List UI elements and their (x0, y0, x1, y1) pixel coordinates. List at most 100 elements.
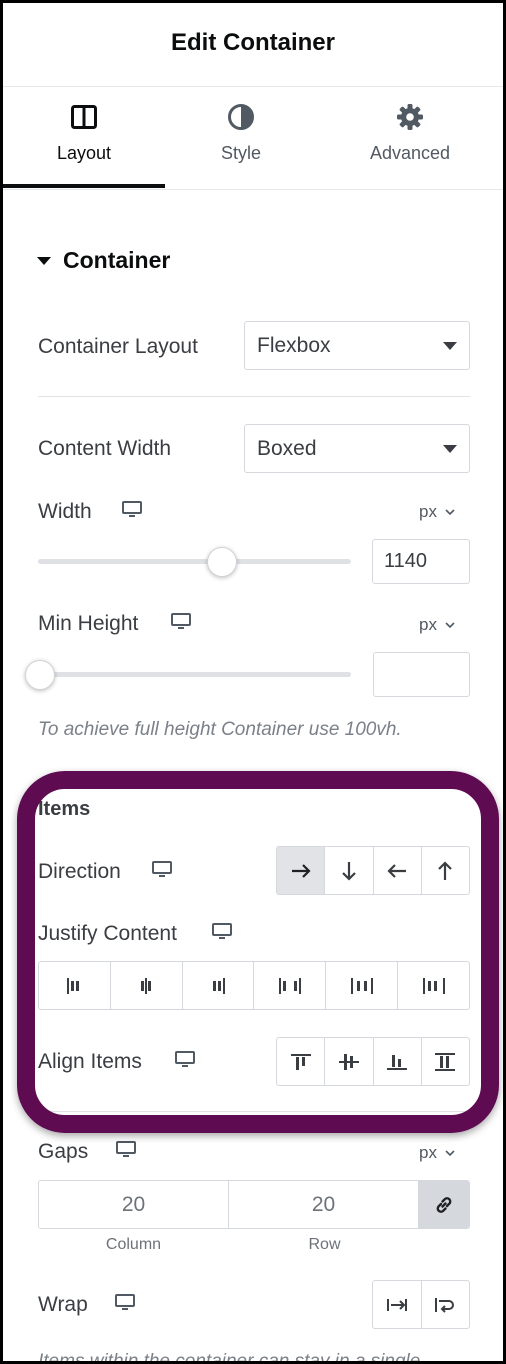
justify-start-icon (67, 977, 80, 994)
link-icon (436, 1196, 452, 1213)
width-input[interactable]: 1140 (372, 539, 470, 584)
content-width-value: Boxed (257, 436, 317, 460)
width-unit: px (419, 502, 437, 521)
panel-title: Edit Container (170, 29, 335, 56)
align-center-icon (338, 1053, 359, 1070)
justify-end-button[interactable] (183, 962, 255, 1009)
link-values-button[interactable] (419, 1181, 469, 1228)
items-heading: Items (38, 798, 91, 820)
desktop-monitor-icon[interactable] (174, 1050, 196, 1070)
align-stretch-button[interactable] (422, 1038, 469, 1085)
min-height-label: Min Height (38, 612, 139, 635)
justify-content-label: Justify Content (38, 922, 177, 945)
edit-container-panel: Edit Container Layout Style Advanced Con… (0, 0, 506, 1364)
width-label: Width (38, 500, 92, 523)
justify-space-around-icon (350, 977, 373, 994)
justify-end-icon (213, 977, 226, 994)
align-items-label: Align Items (38, 1050, 142, 1073)
align-end-button[interactable] (374, 1038, 422, 1085)
direction-column-reverse-button[interactable] (422, 847, 469, 894)
no-wrap-icon (386, 1298, 407, 1311)
justify-center-icon (141, 977, 152, 994)
wrap-label: Wrap (38, 1293, 88, 1316)
arrow-up-icon (438, 860, 453, 880)
align-center-button[interactable] (325, 1038, 374, 1085)
content-width-select[interactable]: Boxed (244, 424, 470, 473)
dropdown-caret-icon (443, 445, 457, 453)
tab-layout[interactable]: Layout (3, 103, 165, 189)
width-unit-select[interactable]: px (419, 502, 455, 522)
justify-content-button-group (38, 961, 470, 1010)
wrap-button-group (372, 1280, 470, 1329)
chevron-down-icon (445, 1149, 455, 1156)
gap-row-caption: Row (308, 1236, 341, 1253)
min-height-unit: px (419, 615, 437, 634)
desktop-monitor-icon[interactable] (151, 860, 173, 880)
header-divider (3, 86, 503, 87)
section-divider (38, 396, 470, 397)
section-divider (38, 1111, 470, 1112)
justify-space-evenly-button[interactable] (398, 962, 469, 1009)
align-start-button[interactable] (277, 1038, 326, 1085)
align-start-icon (290, 1053, 311, 1070)
section-toggle-container[interactable]: Container (37, 247, 170, 274)
wrap-button[interactable] (422, 1281, 470, 1328)
justify-center-button[interactable] (111, 962, 183, 1009)
columns-layout-icon (71, 105, 97, 129)
justify-space-around-button[interactable] (326, 962, 399, 1009)
tab-advanced[interactable]: Advanced (317, 103, 503, 189)
gear-icon (397, 104, 423, 130)
direction-column-button[interactable] (325, 847, 374, 894)
direction-label: Direction (38, 860, 121, 883)
width-slider-track[interactable] (38, 559, 351, 564)
gap-column-caption: Column (105, 1236, 162, 1253)
arrow-left-icon (387, 863, 407, 878)
justify-space-evenly-icon (422, 977, 445, 994)
desktop-monitor-icon[interactable] (115, 1140, 137, 1160)
gaps-label: Gaps (38, 1140, 89, 1163)
justify-space-between-button[interactable] (254, 962, 327, 1009)
min-height-slider-thumb[interactable] (25, 660, 55, 690)
gap-column-input[interactable]: 20 (39, 1181, 229, 1228)
desktop-monitor-icon[interactable] (211, 922, 233, 942)
desktop-monitor-icon[interactable] (114, 1293, 136, 1313)
direction-row-reverse-button[interactable] (374, 847, 422, 894)
justify-space-between-icon (278, 977, 301, 994)
gap-row-input[interactable]: 20 (229, 1181, 419, 1228)
gaps-unit-select[interactable]: px (419, 1143, 455, 1163)
full-height-note: To achieve full height Container use 100… (38, 719, 402, 740)
tab-advanced-label: Advanced (369, 143, 451, 163)
align-end-icon (387, 1054, 408, 1070)
width-slider-thumb[interactable] (206, 547, 237, 577)
wrap-note: Items within the container can stay in a… (38, 1351, 421, 1364)
desktop-monitor-icon[interactable] (121, 500, 143, 520)
min-height-input[interactable] (373, 652, 470, 697)
active-tab-indicator (3, 184, 165, 188)
chevron-down-icon (445, 508, 455, 515)
tab-style-label: Style (220, 143, 262, 163)
half-circle-contrast-icon (228, 104, 254, 130)
justify-start-button[interactable] (39, 962, 111, 1009)
direction-button-group (276, 846, 470, 895)
container-layout-select[interactable]: Flexbox (244, 321, 470, 370)
align-items-button-group (276, 1037, 470, 1086)
min-height-unit-select[interactable]: px (419, 615, 455, 635)
arrow-down-icon (342, 861, 356, 881)
direction-row-button[interactable] (277, 847, 326, 894)
tab-style[interactable]: Style (165, 103, 317, 189)
no-wrap-button[interactable] (373, 1281, 422, 1328)
caret-down-icon (37, 256, 51, 265)
gaps-input-group: 20 20 (38, 1180, 470, 1229)
dropdown-caret-icon (443, 342, 457, 350)
desktop-monitor-icon[interactable] (170, 612, 192, 632)
tab-layout-label: Layout (56, 143, 112, 163)
container-layout-value: Flexbox (257, 333, 331, 357)
min-height-slider-track[interactable] (38, 672, 351, 677)
tabs-divider (3, 189, 503, 190)
section-title: Container (63, 247, 171, 273)
arrow-right-icon (291, 863, 311, 878)
align-stretch-icon (435, 1052, 456, 1071)
container-layout-label: Container Layout (38, 335, 198, 358)
chevron-down-icon (445, 621, 455, 628)
gaps-unit: px (419, 1143, 437, 1162)
